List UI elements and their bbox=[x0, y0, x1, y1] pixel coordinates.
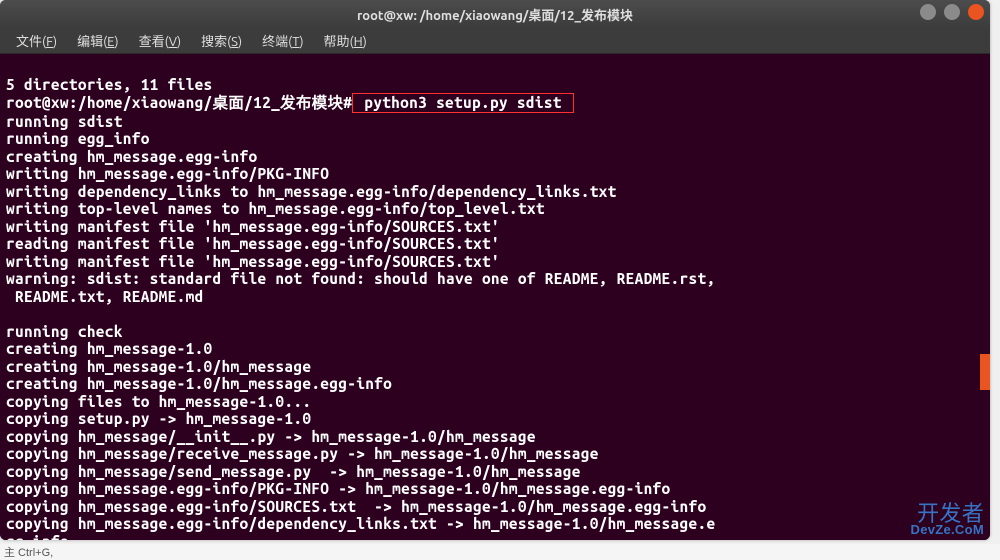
terminal-line: creating hm_message.egg-info bbox=[6, 148, 257, 165]
terminal-line: writing manifest file 'hm_message.egg-in… bbox=[6, 253, 500, 270]
terminal-line: writing dependency_links to hm_message.e… bbox=[6, 183, 617, 200]
titlebar: root@xw: /home/xiaowang/桌面/12_发布模块 bbox=[0, 0, 990, 28]
scrollbar-thumb[interactable] bbox=[980, 354, 990, 390]
terminal-line: copying hm_message/__init__.py -> hm_mes… bbox=[6, 428, 536, 445]
window-title: root@xw: /home/xiaowang/桌面/12_发布模块 bbox=[357, 5, 633, 24]
terminal-line: README.txt, README.md bbox=[6, 288, 204, 305]
prompt: root@xw:/home/xiaowang/桌面/12_发布模块# bbox=[6, 94, 352, 111]
menu-terminal[interactable]: 终端(T) bbox=[254, 29, 311, 52]
terminal-line: warning: sdist: standard file not found:… bbox=[6, 270, 715, 287]
menu-file[interactable]: 文件(F) bbox=[8, 29, 65, 52]
menu-view[interactable]: 查看(V) bbox=[131, 29, 189, 52]
watermark-sub: DevZe.CoM bbox=[911, 521, 985, 539]
menubar: 文件(F) 编辑(E) 查看(V) 搜索(S) 终端(T) 帮助(H) bbox=[0, 28, 990, 54]
window-controls bbox=[920, 4, 984, 20]
terminal-line: copying files to hm_message-1.0... bbox=[6, 393, 311, 410]
terminal-line: writing manifest file 'hm_message.egg-in… bbox=[6, 218, 500, 235]
close-button[interactable] bbox=[968, 4, 984, 20]
terminal-line: running check bbox=[6, 323, 123, 340]
terminal-line: running sdist bbox=[6, 113, 123, 130]
maximize-button[interactable] bbox=[944, 4, 960, 20]
terminal-line: copying hm_message.egg-info/dependency_l… bbox=[6, 515, 715, 532]
terminal-line: 5 directories, 11 files bbox=[6, 76, 213, 93]
command-highlight: python3 setup.py sdist bbox=[352, 93, 574, 113]
terminal-line: writing top-level names to hm_message.eg… bbox=[6, 200, 545, 217]
terminal-line: creating hm_message-1.0 bbox=[6, 340, 213, 357]
minimize-button[interactable] bbox=[920, 4, 936, 20]
terminal-line: copying hm_message/send_message.py -> hm… bbox=[6, 463, 581, 480]
terminal-line: reading manifest file 'hm_message.egg-in… bbox=[6, 235, 500, 252]
watermark-main: 开发者 bbox=[917, 505, 984, 523]
terminal-line: running egg_info bbox=[6, 130, 150, 147]
menu-search[interactable]: 搜索(S) bbox=[193, 29, 250, 52]
terminal-line: copying setup.py -> hm_message-1.0 bbox=[6, 410, 311, 427]
menu-edit[interactable]: 编辑(E) bbox=[69, 29, 127, 52]
terminal-line: creating hm_message-1.0/hm_message.egg-i… bbox=[6, 375, 392, 392]
terminal-line: writing hm_message.egg-info/PKG-INFO bbox=[6, 165, 329, 182]
prompt-line: root@xw:/home/xiaowang/桌面/12_发布模块# pytho… bbox=[6, 94, 574, 111]
terminal-line: creating hm_message-1.0/hm_message bbox=[6, 358, 311, 375]
terminal-line: copying hm_message/receive_message.py ->… bbox=[6, 445, 599, 462]
terminal-content[interactable]: 5 directories, 11 files root@xw:/home/xi… bbox=[0, 54, 990, 540]
terminal-line: copying hm_message.egg-info/PKG-INFO -> … bbox=[6, 480, 671, 497]
statusbar-text: 主 Ctrl+G, bbox=[4, 544, 53, 560]
terminal-window: root@xw: /home/xiaowang/桌面/12_发布模块 文件(F)… bbox=[0, 0, 990, 540]
statusbar: 主 Ctrl+G, bbox=[0, 544, 1000, 560]
menu-help[interactable]: 帮助(H) bbox=[316, 29, 375, 52]
terminal-line: copying hm_message.egg-info/SOURCES.txt … bbox=[6, 498, 706, 515]
terminal-line: gg-info bbox=[6, 533, 69, 541]
